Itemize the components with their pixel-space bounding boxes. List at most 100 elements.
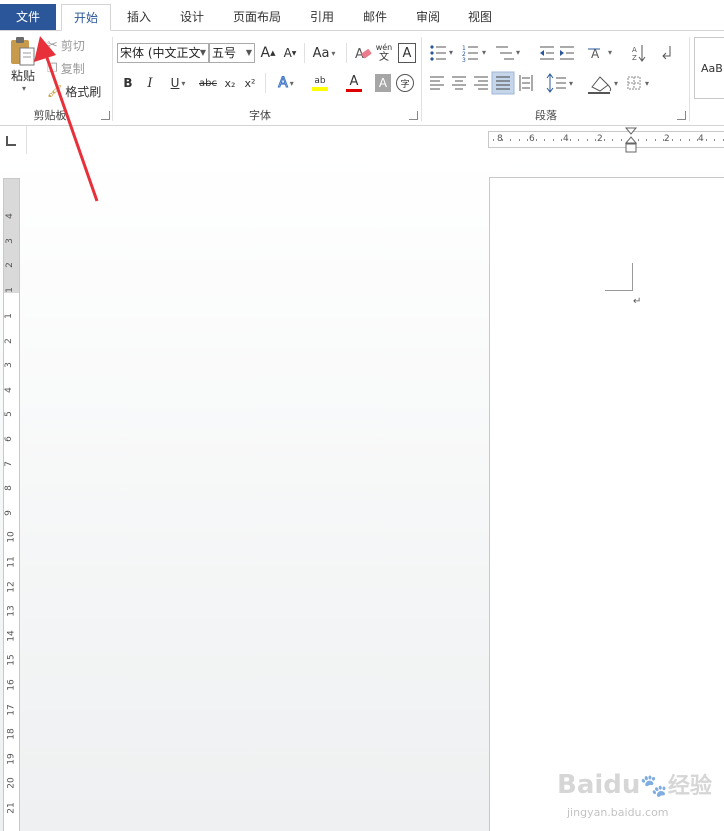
sort-icon[interactable]: AZ [632,45,646,62]
subscript-icon: x₂ [224,76,236,90]
clipboard-group-label: 剪贴板 [33,109,67,122]
ruler-tick [586,139,588,141]
subscript-button[interactable]: x₂ [221,73,239,93]
italic-button[interactable]: I [141,73,159,93]
decrease-indent-icon[interactable] [540,46,554,60]
ruler-tick [552,139,554,141]
clipboard-dialog-launcher-icon[interactable] [101,111,110,120]
paw-icon: 🐾 [640,774,668,799]
font-name-value: 宋体 (中文正文 [120,46,201,60]
watermark-brand: Baidu [557,770,641,800]
font-color-button[interactable]: A [339,72,369,94]
horizontal-ruler-ticks [489,132,724,147]
distributed-align-icon[interactable] [519,75,533,91]
ruler-number: 4 [698,134,704,144]
copy-button[interactable]: ❐ 复制 [47,59,97,77]
vertical-ruler-number: 10 [6,531,17,544]
shrink-font-icon: A [283,46,292,60]
group-separator [112,37,113,121]
font-group-label: 字体 [249,109,271,122]
vertical-ruler-number: 6 [3,436,14,442]
font-name-combo[interactable]: 宋体 (中文正文 ▼ [117,43,209,63]
tab-references[interactable]: 引用 [300,4,344,30]
vertical-ruler-number: 16 [6,679,17,691]
tab-design[interactable]: 设计 [170,4,214,30]
vertical-ruler-number: 4 [4,213,15,219]
paste-button[interactable]: 粘贴 ▾ [6,35,40,101]
change-case-button[interactable]: Aa ▾ [308,43,340,63]
document-page[interactable]: ↵ [489,177,724,831]
paragraph-dialog-launcher-icon[interactable] [677,111,686,120]
chinese-layout-icon[interactable]: A ▾ [588,47,612,61]
character-border-button[interactable]: A [398,43,416,63]
enclose-characters-button[interactable]: 字 [396,74,414,92]
font-name-dropdown-icon[interactable]: ▼ [200,44,206,62]
highlight-button[interactable]: ab [305,72,335,94]
style-gallery-normal[interactable]: AaB [694,37,724,99]
svg-text:▾: ▾ [449,48,453,57]
inline-separator [265,73,266,93]
text-effects-icon: A [278,75,289,92]
vertical-ruler-number: 13 [6,605,17,617]
change-case-icon: Aa [312,45,330,61]
tab-view[interactable]: 视图 [458,4,502,30]
tab-review[interactable]: 审阅 [406,4,450,30]
multilevel-list-icon[interactable]: ▾ [496,46,520,60]
bold-button[interactable]: B [119,73,137,93]
ruler-number: 2 [597,134,603,144]
ruler-tick [561,139,562,141]
highlighter-icon: ab [314,76,326,86]
font-size-dropdown-icon[interactable]: ▼ [246,44,252,62]
strikethrough-icon: abc [199,77,217,89]
tab-mailings[interactable]: 邮件 [353,4,397,30]
vertical-ruler-number: 21 [6,802,17,814]
align-left-icon[interactable] [430,76,444,90]
numbering-icon[interactable]: 123 ▾ [462,45,486,64]
font-dialog-launcher-icon[interactable] [409,111,418,120]
shading-icon[interactable]: ▾ [588,76,618,94]
vertical-ruler-number: 8 [3,485,14,492]
tab-page-layout[interactable]: 页面布局 [226,4,288,30]
phonetic-guide-button[interactable]: wén 文 [374,41,394,65]
tab-insert[interactable]: 插入 [117,4,161,30]
svg-text:▾: ▾ [608,48,612,57]
show-formatting-marks-icon[interactable] [662,46,671,60]
character-shading-button[interactable]: A [375,74,391,92]
tab-file[interactable]: 文件 [0,4,56,30]
vertical-ruler-number: 9 [3,509,14,516]
ruler-tick [722,139,724,141]
underline-button[interactable]: U ▾ [163,73,193,93]
paste-dropdown-icon[interactable]: ▾ [22,84,26,93]
vertical-ruler-number: 20 [6,777,17,790]
superscript-button[interactable]: x² [241,73,259,93]
ruler-tick [612,139,613,141]
format-painter-button[interactable]: 🖌 格式刷 [47,82,105,100]
vertical-ruler[interactable]: 4 3 2 1 1 2 3 4 5 6 7 8 9 10 11 12 13 14 15 16 17 18 19 20 21 [3,178,20,831]
svg-text:A: A [632,46,637,54]
indent-markers-icon[interactable] [624,126,638,156]
bullets-icon[interactable]: ▾ [430,45,453,61]
align-right-icon[interactable] [474,76,488,90]
ribbon-tab-bar: 文件 开始 插入 设计 页面布局 引用 邮件 审阅 视图 [0,0,724,31]
cut-label: 剪切 [60,38,85,53]
clear-formatting-button[interactable]: A [352,43,374,63]
grow-font-button[interactable]: A ▲ [259,43,277,63]
cut-button[interactable]: ✂ 剪切 [47,36,97,54]
italic-icon: I [147,75,153,91]
vertical-ruler-number: 2 [4,262,15,269]
borders-icon[interactable]: ▾ [627,76,649,90]
tab-selector-icon[interactable] [6,136,16,146]
line-spacing-icon[interactable]: ▾ [546,73,573,93]
justify-icon[interactable] [491,71,515,95]
font-size-combo[interactable]: 五号 ▼ [209,43,255,63]
align-center-icon[interactable] [452,76,466,90]
tab-home[interactable]: 开始 [61,4,111,31]
increase-indent-icon[interactable] [560,46,574,60]
watermark-url: jingyan.baidu.com [567,806,669,819]
horizontal-ruler[interactable]: 8 6 4 2 2 4 [488,131,724,148]
text-effects-button[interactable]: A ▾ [271,73,301,93]
shrink-font-button[interactable]: A ▼ [281,43,299,63]
strikethrough-button[interactable]: abc [197,73,219,93]
paragraph-mark: ↵ [633,296,642,307]
group-separator [689,37,690,121]
